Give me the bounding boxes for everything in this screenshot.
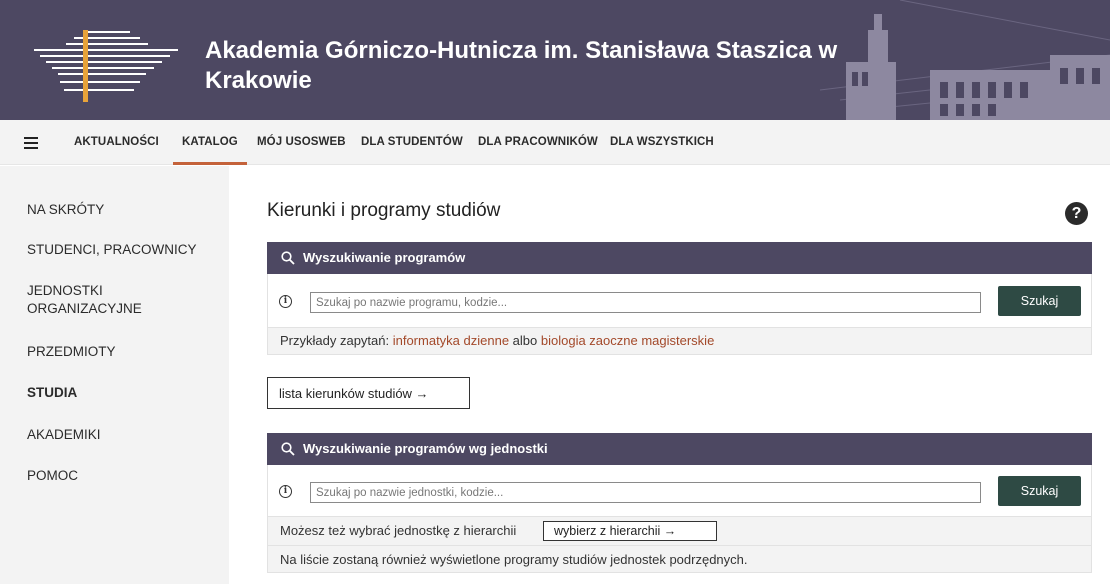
sidebar-item-przedmioty[interactable]: PRZEDMIOTY: [27, 343, 116, 361]
sidebar-item-jednostki-line1: JEDNOSTKI: [27, 283, 103, 298]
university-name-line2: Krakowie: [205, 67, 312, 94]
sidebar-item-akademiki[interactable]: AKADEMIKI: [27, 426, 101, 444]
example-link-biologia[interactable]: biologia zaoczne magisterskie: [541, 333, 714, 348]
nav-item-dla-studentow[interactable]: DLA STUDENTÓW: [361, 120, 463, 165]
page-title: Kierunki i programy studiów: [267, 200, 501, 221]
study-fields-list-button[interactable]: lista kierunków studiów →: [267, 377, 470, 409]
university-name: Akademia Górniczo-Hutnicza im. Stanisław…: [205, 36, 865, 96]
hierarchy-text: Możesz też wybrać jednostkę z hierarchii: [280, 523, 517, 538]
sidebar: NA SKRÓTY STUDENCI, PRACOWNICY JEDNOSTKI…: [0, 166, 229, 584]
sidebar-item-studia[interactable]: STUDIA: [27, 384, 77, 402]
sidebar-item-pomoc[interactable]: POMOC: [27, 467, 78, 485]
sidebar-item-jednostki[interactable]: JEDNOSTKI ORGANIZACYJNE: [27, 282, 142, 318]
hierarchy-button[interactable]: wybierz z hierarchii →: [543, 521, 717, 541]
university-name-line1: Akademia Górniczo-Hutnicza im. Stanisław…: [205, 37, 838, 64]
sidebar-item-na-skroty[interactable]: NA SKRÓTY: [27, 201, 104, 219]
hamburger-icon[interactable]: [20, 134, 46, 152]
unit-search-heading: Wyszukiwanie programów wg jednostki: [303, 441, 548, 456]
sidebar-item-studenci-pracownicy[interactable]: STUDENCI, PRACOWNICY: [27, 241, 197, 259]
search-icon: [281, 442, 295, 456]
unit-search-button[interactable]: Szukaj: [998, 476, 1081, 506]
question-icon[interactable]: ?: [1065, 202, 1088, 225]
program-search-input[interactable]: [310, 292, 981, 313]
program-search-header: Wyszukiwanie programów: [267, 242, 1092, 274]
nav-item-moj-usosweb[interactable]: MÓJ USOSWEB: [257, 120, 346, 165]
examples-joiner: albo: [509, 333, 541, 348]
unit-search-input[interactable]: [310, 482, 981, 503]
sidebar-item-jednostki-line2: ORGANIZACYJNE: [27, 301, 142, 316]
main-nav: AKTUALNOŚCI KATALOG MÓJ USOSWEB DLA STUD…: [0, 120, 1110, 165]
examples-prefix: Przykłady zapytań:: [280, 333, 393, 348]
nav-item-aktualnosci[interactable]: AKTUALNOŚCI: [74, 120, 159, 165]
program-search-heading: Wyszukiwanie programów: [303, 250, 466, 265]
search-icon: [281, 251, 295, 265]
agh-logo-icon: [34, 30, 178, 102]
nav-item-dla-wszystkich[interactable]: DLA WSZYSTKICH: [610, 120, 714, 165]
nav-item-dla-pracownikow[interactable]: DLA PRACOWNIKÓW: [478, 120, 598, 165]
example-link-informatyka[interactable]: informatyka dzienne: [393, 333, 509, 348]
program-search-examples: Przykłady zapytań: informatyka dzienne a…: [267, 327, 1092, 355]
subunits-note: Na liście zostaną również wyświetlone pr…: [280, 552, 748, 567]
program-search-button[interactable]: Szukaj: [998, 286, 1081, 316]
unit-search-footer: Możesz też wybrać jednostkę z hierarchii…: [267, 516, 1092, 573]
nav-item-katalog[interactable]: KATALOG: [173, 120, 247, 165]
unit-search-header: Wyszukiwanie programów wg jednostki: [267, 433, 1092, 465]
site-header: Akademia Górniczo-Hutnicza im. Stanisław…: [0, 0, 1110, 120]
info-icon[interactable]: i: [279, 485, 292, 498]
info-icon[interactable]: i: [279, 295, 292, 308]
